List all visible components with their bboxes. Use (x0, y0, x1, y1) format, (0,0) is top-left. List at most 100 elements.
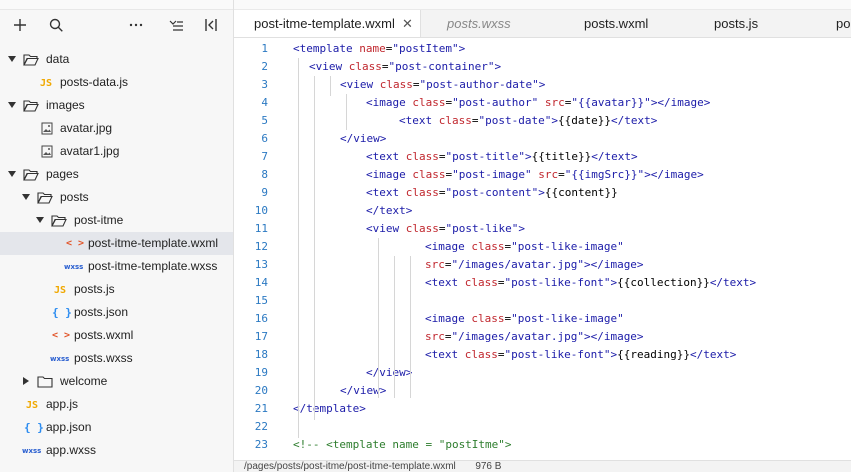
tree-item-label: app.json (46, 420, 92, 434)
code-line: 13 src="/images/avatar.jpg"></image> (234, 256, 851, 274)
line-number: 23 (254, 438, 268, 451)
tree-item[interactable]: JS posts.js (0, 278, 233, 301)
line-number: 9 (261, 186, 268, 199)
code-text: </view> (366, 364, 412, 382)
code-line: 22 (234, 418, 851, 436)
code-token: </text> (689, 348, 737, 361)
line-number: 3 (261, 78, 268, 91)
code-token: <text (425, 276, 465, 289)
line-number: 14 (254, 276, 268, 289)
plus-icon (14, 19, 26, 31)
code-editor[interactable]: 1 <template name="postItem"> 2 <view class=… (234, 38, 851, 460)
code-token: class (405, 150, 439, 163)
toggle-panel-button[interactable] (202, 15, 222, 35)
tree-item[interactable]: pages (0, 163, 233, 186)
wxss-file-icon: wxss (50, 355, 70, 363)
line-number: 10 (254, 204, 268, 217)
json-file-icon: { } (24, 421, 44, 434)
code-text: <image class="post-like-image" (425, 238, 624, 256)
code-token: = (412, 78, 420, 91)
line-number: 22 (254, 420, 268, 433)
code-text: <image class="post-image" src="{{imgSrc}… (366, 166, 704, 184)
code-token: src (425, 330, 445, 343)
editor-tab[interactable]: posts.wxml (564, 10, 689, 37)
indent-guide (346, 94, 347, 130)
chevron-right-icon[interactable] (23, 377, 29, 385)
code-text: <!-- <template name = "postItme"> (293, 436, 512, 454)
add-file-button[interactable] (10, 15, 30, 35)
tree-item[interactable]: avatar.jpg (0, 117, 233, 140)
tree-item[interactable]: welcome (0, 370, 233, 393)
tree-item-label: avatar.jpg (60, 121, 113, 135)
wxml-file-icon: < > (66, 238, 85, 249)
code-token: class (412, 168, 446, 181)
tree-item[interactable]: wxss post-itme-template.wxss (0, 255, 233, 278)
editor-top-strip (234, 0, 851, 10)
code-text: <text class="post-content">{{content}} (366, 184, 618, 202)
json-file-icon: { } (52, 306, 72, 319)
wxss-file-icon: wxss (64, 263, 84, 271)
code-token: ></image> (583, 330, 644, 343)
tree-item[interactable]: post-itme (0, 209, 233, 232)
chevron-down-icon[interactable] (8, 102, 16, 108)
tab-label: posts.wxss (447, 16, 511, 31)
editor-tab[interactable]: po (824, 10, 851, 37)
search-icon (49, 18, 63, 32)
tree-item[interactable]: images (0, 94, 233, 117)
tree-item[interactable]: JS app.js (0, 393, 233, 416)
folder-open-icon (37, 192, 53, 204)
tree-item-label: welcome (60, 374, 108, 388)
indent-guide (410, 256, 411, 398)
code-token: "post-like-font" (504, 348, 611, 361)
tree-item-label: posts-data.js (60, 75, 129, 89)
tree-item[interactable]: data (0, 48, 233, 71)
tree-item[interactable]: wxss posts.wxss (0, 347, 233, 370)
editor-tab[interactable]: posts.wxss (427, 10, 557, 37)
line-number: 4 (261, 96, 268, 109)
code-text: src="/images/avatar.jpg"></image> (425, 256, 644, 274)
code-token: ></image> (644, 168, 704, 181)
chevron-down-icon[interactable] (8, 56, 16, 62)
tree-item[interactable]: < > posts.wxml (0, 324, 233, 347)
code-token: src (538, 168, 559, 181)
code-line: 21 </template> (234, 400, 851, 418)
tree-item[interactable]: JS posts-data.js (0, 71, 233, 94)
image-file-icon (41, 145, 53, 158)
editor-tab[interactable]: posts.js (694, 10, 819, 37)
editor-tab[interactable]: post-itme-template.wxml ✕ (234, 10, 421, 37)
code-line: 18 <text class="post-like-font">{{reading… (234, 346, 851, 364)
image-file-icon (41, 122, 53, 135)
line-number: 7 (261, 150, 268, 163)
chevron-down-icon[interactable] (22, 194, 30, 200)
close-tab-icon[interactable]: ✕ (402, 10, 413, 37)
search-button[interactable] (46, 15, 66, 35)
code-token: "postItem" (392, 42, 459, 55)
tree-item[interactable]: { } posts.json (0, 301, 233, 324)
tree-item[interactable]: avatar1.jpg (0, 140, 233, 163)
code-token: "{{imgSrc}}" (564, 168, 645, 181)
code-token: "post-author-date" (419, 78, 539, 91)
code-token: "post-like" (445, 222, 519, 235)
wxss-file-icon: wxss (22, 447, 42, 455)
code-text: src="/images/avatar.jpg"></image> (425, 328, 644, 346)
code-line: 8 <image class="post-image" src="{{imgSrc… (234, 166, 851, 184)
file-tree: data JS posts-data.js images avatar.jpg avata… (0, 48, 233, 462)
status-bar: /pages/posts/post-itme/post-itme-templat… (234, 460, 851, 472)
tree-item-label: posts.json (74, 305, 129, 319)
more-button[interactable] (126, 15, 146, 35)
code-line: 11 <view class="post-like"> (234, 220, 851, 238)
collapse-all-button[interactable] (166, 15, 186, 35)
code-line: 10 </text> (234, 202, 851, 220)
folder-icon (37, 376, 53, 388)
tree-item[interactable]: posts (0, 186, 233, 209)
line-number: 1 (261, 42, 268, 55)
code-line: 6 </view> (234, 130, 851, 148)
tree-item[interactable]: wxss app.wxss (0, 439, 233, 462)
tree-item[interactable]: < > post-itme-template.wxml (0, 232, 233, 255)
tree-item-label: images (46, 98, 85, 112)
code-token: "post-container" (388, 60, 495, 73)
chevron-down-icon[interactable] (36, 217, 44, 223)
chevron-down-icon[interactable] (8, 171, 16, 177)
tree-item[interactable]: { } app.json (0, 416, 233, 439)
line-number: 13 (254, 258, 268, 271)
